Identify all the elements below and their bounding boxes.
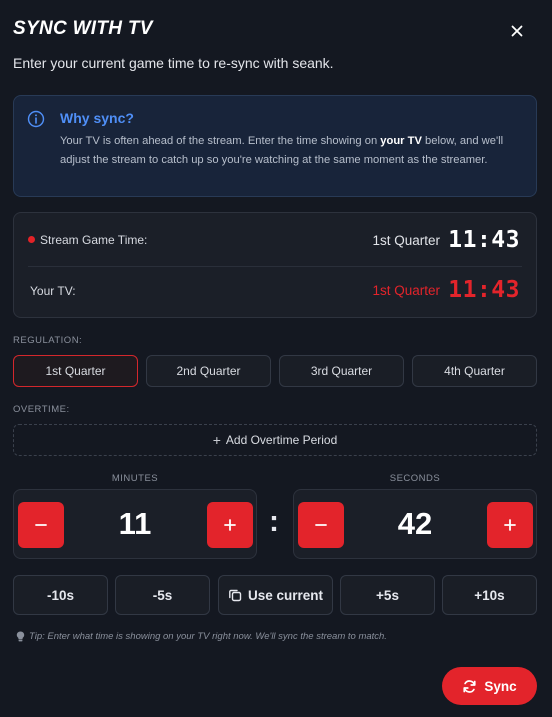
sync-button[interactable]: Sync xyxy=(442,667,537,705)
seconds-increment-button[interactable] xyxy=(487,502,533,548)
use-current-label: Use current xyxy=(247,587,324,603)
minutes-label: MINUTES xyxy=(111,473,159,484)
copy-icon xyxy=(228,588,242,602)
modal-subtitle: Enter your current game time to re-sync … xyxy=(13,55,334,71)
minus-icon xyxy=(35,524,47,526)
regulation-label: REGULATION: xyxy=(13,335,83,346)
tv-time-label: Your TV: xyxy=(30,284,76,298)
quarter-3-button[interactable]: 3rd Quarter xyxy=(279,355,404,387)
info-text-emphasis: your TV xyxy=(380,135,422,147)
plus-icon: + xyxy=(212,432,221,448)
tv-time: 11:43 xyxy=(448,277,520,303)
live-dot-icon xyxy=(28,236,35,243)
plus-10s-button[interactable]: +10s xyxy=(442,575,537,615)
tv-quarter: 1st Quarter xyxy=(372,283,440,298)
stream-time-label-text: Stream Game Time: xyxy=(40,233,148,247)
minus-10s-button[interactable]: -10s xyxy=(13,575,108,615)
minus-5s-button[interactable]: -5s xyxy=(115,575,210,615)
info-icon xyxy=(27,110,45,128)
info-text-start: Your TV is often ahead of the stream. En… xyxy=(60,135,381,147)
plus-5s-button[interactable]: +5s xyxy=(340,575,435,615)
time-separator: : xyxy=(269,505,279,538)
seconds-value[interactable]: 42 xyxy=(354,506,476,542)
sync-icon xyxy=(462,679,477,694)
tip-text: Tip: Enter what time is showing on your … xyxy=(16,631,387,642)
seconds-label: SECONDS xyxy=(389,473,441,484)
minutes-decrement-button[interactable] xyxy=(18,502,64,548)
stream-quarter: 1st Quarter xyxy=(372,233,440,248)
quarter-2-button[interactable]: 2nd Quarter xyxy=(146,355,271,387)
stream-time: 11:43 xyxy=(448,227,520,253)
close-icon xyxy=(511,25,523,37)
plus-icon xyxy=(224,519,236,531)
sync-modal: SYNC WITH TV Enter your current game tim… xyxy=(0,0,552,717)
status-card: Stream Game Time: 1st Quarter 11:43 Your… xyxy=(13,212,537,318)
stream-time-label: Stream Game Time: xyxy=(28,233,147,247)
status-divider xyxy=(28,266,522,267)
overtime-label: OVERTIME: xyxy=(13,404,70,415)
seconds-decrement-button[interactable] xyxy=(298,502,344,548)
add-overtime-label: Add Overtime Period xyxy=(225,433,338,447)
modal-title: SYNC WITH TV xyxy=(13,18,153,39)
use-current-button[interactable]: Use current xyxy=(218,575,333,615)
info-text: Your TV is often ahead of the stream. En… xyxy=(60,132,522,170)
quarter-4-button[interactable]: 4th Quarter xyxy=(412,355,537,387)
quarter-1-button[interactable]: 1st Quarter xyxy=(13,355,138,387)
minutes-stepper: 11 xyxy=(13,489,257,559)
lightbulb-icon xyxy=(16,631,25,642)
tip-label: Tip: Enter what time is showing on your … xyxy=(29,631,387,642)
seconds-stepper: 42 xyxy=(293,489,537,559)
minutes-value[interactable]: 11 xyxy=(74,506,196,542)
minus-icon xyxy=(315,524,327,526)
close-button[interactable] xyxy=(506,20,528,42)
info-box: Why sync? Your TV is often ahead of the … xyxy=(13,95,537,197)
sync-label: Sync xyxy=(484,678,517,694)
add-overtime-button[interactable]: + Add Overtime Period xyxy=(13,424,537,456)
info-heading: Why sync? xyxy=(60,110,134,126)
plus-icon xyxy=(504,519,516,531)
minutes-increment-button[interactable] xyxy=(207,502,253,548)
